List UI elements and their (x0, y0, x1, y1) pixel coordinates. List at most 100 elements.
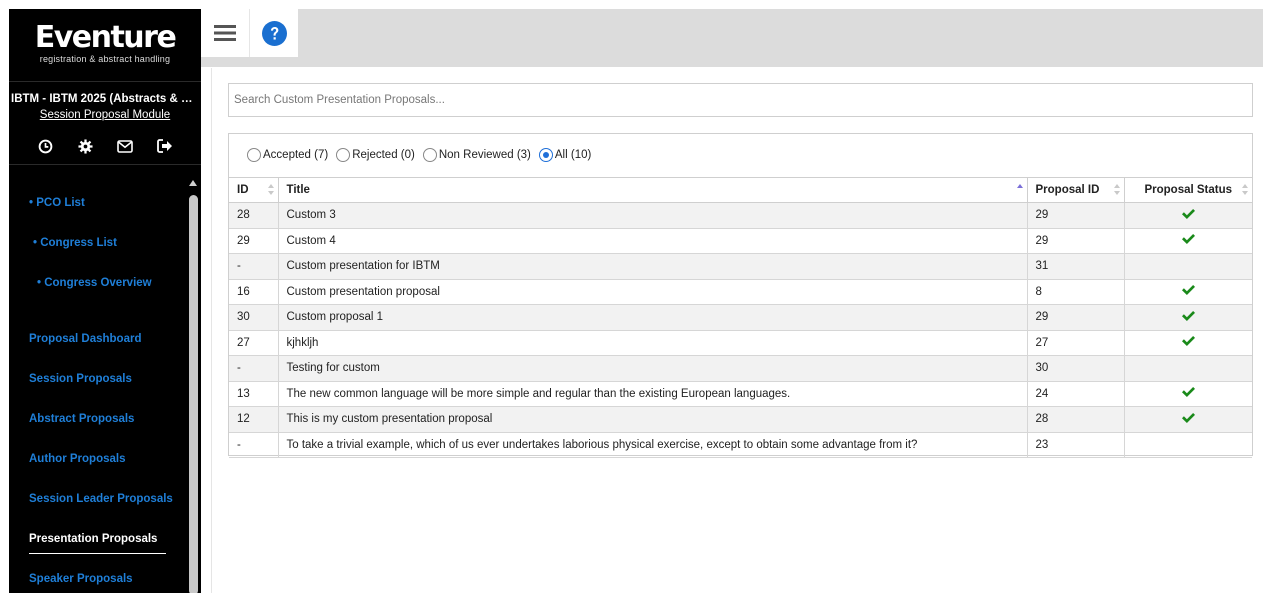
cell-proposal-status (1123, 279, 1252, 305)
table-row[interactable]: - Custom presentation for IBTM 31 (229, 253, 1252, 280)
mail-icon[interactable] (116, 137, 134, 155)
column-header-id[interactable]: ID (229, 177, 278, 203)
sidebar: Eventure registration & abstract handlin… (9, 9, 201, 593)
cell-id: - (229, 355, 278, 382)
gear-icon[interactable] (76, 137, 94, 155)
column-header-proposal-id[interactable]: Proposal ID (1026, 177, 1124, 203)
hamburger-menu-icon (214, 25, 236, 41)
cell-id: 29 (229, 228, 278, 254)
filter-non-reviewed[interactable]: Non Reviewed (3) (422, 148, 531, 162)
sort-ascending-icon (1016, 184, 1023, 196)
cell-proposal-status (1123, 355, 1252, 382)
checkmark-icon (1181, 285, 1195, 296)
radio-button-selected[interactable] (538, 148, 553, 162)
sidebar-item-session-leader-proposals[interactable]: Session Leader Proposals (29, 493, 173, 505)
filter-label: All (10) (554, 149, 592, 161)
table-row[interactable]: 28 Custom 3 29 (229, 202, 1252, 229)
radio-button[interactable] (336, 148, 351, 162)
active-indicator (29, 553, 166, 554)
event-name: IBTM - IBTM 2025 (Abstracts & Par... (11, 93, 201, 105)
cell-id: - (229, 253, 278, 280)
cell-title: Testing for custom (277, 355, 1027, 382)
logout-icon[interactable] (156, 137, 174, 155)
cell-title: Custom 4 (277, 228, 1027, 254)
column-header-title[interactable]: Title (277, 177, 1027, 203)
cell-title: kjhkljh (277, 330, 1027, 356)
table-row[interactable]: 12 This is my custom presentation proposa… (229, 406, 1252, 433)
radio-button[interactable] (247, 148, 261, 162)
help-icon (261, 20, 287, 46)
cell-title: Custom presentation proposal (277, 279, 1027, 305)
sort-icon (1242, 184, 1248, 196)
cell-proposal-id: 23 (1026, 432, 1124, 458)
brand-logo[interactable]: Eventure registration & abstract handlin… (9, 9, 201, 82)
filter-all[interactable]: All (10) (538, 148, 592, 162)
filter-accepted[interactable]: Accepted (7) (247, 148, 328, 162)
top-bar (201, 9, 1263, 67)
help-button[interactable] (249, 9, 298, 57)
status-filter-group: Accepted (7) Rejected (0) Non Reviewed (… (247, 148, 591, 162)
cell-title: The new common language will be more sim… (277, 381, 1027, 407)
history-icon[interactable] (36, 137, 54, 155)
cell-proposal-status (1123, 253, 1252, 280)
table-row[interactable]: - Testing for custom 30 (229, 355, 1252, 382)
search-input[interactable] (228, 83, 1253, 117)
cell-title: Custom 3 (277, 202, 1027, 229)
cell-id: 28 (229, 202, 278, 229)
table-row[interactable]: 30 Custom proposal 1 29 (229, 304, 1252, 331)
sidebar-toolbar (9, 134, 201, 158)
cell-id: - (229, 432, 278, 458)
radio-button[interactable] (422, 148, 437, 162)
sidebar-item-congress-list[interactable]: • Congress List (33, 237, 117, 249)
cell-proposal-id: 24 (1026, 381, 1124, 407)
checkmark-icon (1181, 208, 1195, 219)
cell-proposal-id: 29 (1026, 304, 1124, 331)
sort-icon (1113, 184, 1120, 196)
table-row[interactable]: 27 kjhkljh 27 (229, 330, 1252, 356)
brand-name: Eventure (34, 20, 177, 55)
sidebar-item-proposal-dashboard[interactable]: Proposal Dashboard (29, 333, 141, 345)
menu-button[interactable] (201, 9, 249, 57)
cell-proposal-id: 29 (1026, 202, 1124, 229)
filter-label: Non Reviewed (3) (438, 149, 531, 161)
sidebar-scrollbar[interactable] (189, 195, 198, 593)
proposals-panel: Accepted (7) Rejected (0) Non Reviewed (… (228, 133, 1253, 458)
checkmark-icon (1181, 387, 1195, 398)
cell-proposal-id: 27 (1026, 330, 1124, 356)
cell-proposal-status (1123, 432, 1252, 458)
cell-title: To take a trivial example, which of us e… (277, 432, 1027, 458)
main-content: Accepted (7) Rejected (0) Non Reviewed (… (211, 68, 1263, 593)
table-row[interactable]: 13 The new common language will be more s… (229, 381, 1252, 407)
checkmark-icon (1181, 412, 1195, 423)
cell-proposal-status (1123, 202, 1252, 229)
proposals-table: ID Title Proposal ID Proposal Status 28 C… (229, 177, 1252, 458)
module-link[interactable]: Session Proposal Module (9, 109, 201, 121)
cell-proposal-status (1123, 406, 1252, 433)
cell-id: 13 (229, 381, 278, 407)
table-header-row: ID Title Proposal ID Proposal Status (229, 177, 1252, 203)
brand-tagline: registration & abstract handling (39, 54, 171, 64)
cell-id: 30 (229, 304, 278, 331)
cell-proposal-id: 28 (1026, 406, 1124, 433)
sidebar-item-speaker-proposals[interactable]: Speaker Proposals (29, 573, 133, 585)
cell-proposal-status (1123, 304, 1252, 331)
sidebar-item-congress-overview[interactable]: • Congress Overview (37, 277, 152, 289)
cell-proposal-id: 31 (1026, 253, 1124, 280)
sort-icon (267, 184, 274, 196)
cell-title: Custom proposal 1 (277, 304, 1027, 331)
sidebar-item-pco-list[interactable]: • PCO List (29, 197, 85, 209)
sidebar-item-abstract-proposals[interactable]: Abstract Proposals (29, 413, 134, 425)
table-row[interactable]: 16 Custom presentation proposal 8 (229, 279, 1252, 305)
scroll-up-arrow-icon[interactable] (189, 180, 197, 186)
sidebar-item-author-proposals[interactable]: Author Proposals (29, 453, 125, 465)
table-row[interactable]: - To take a trivial example, which of us … (229, 432, 1252, 458)
cell-id: 12 (229, 406, 278, 433)
filter-rejected[interactable]: Rejected (0) (336, 148, 415, 162)
sidebar-item-session-proposals[interactable]: Session Proposals (29, 373, 132, 385)
column-header-proposal-status[interactable]: Proposal Status (1123, 177, 1252, 203)
table-body: 28 Custom 3 29 29 Custom 4 29- Custom presenta… (229, 202, 1252, 458)
table-row[interactable]: 29 Custom 4 29 (229, 228, 1252, 254)
event-info: IBTM - IBTM 2025 (Abstracts & Par... Ses… (9, 82, 201, 121)
cell-proposal-id: 8 (1026, 279, 1124, 305)
sidebar-item-presentation-proposals[interactable]: Presentation Proposals (29, 533, 157, 545)
